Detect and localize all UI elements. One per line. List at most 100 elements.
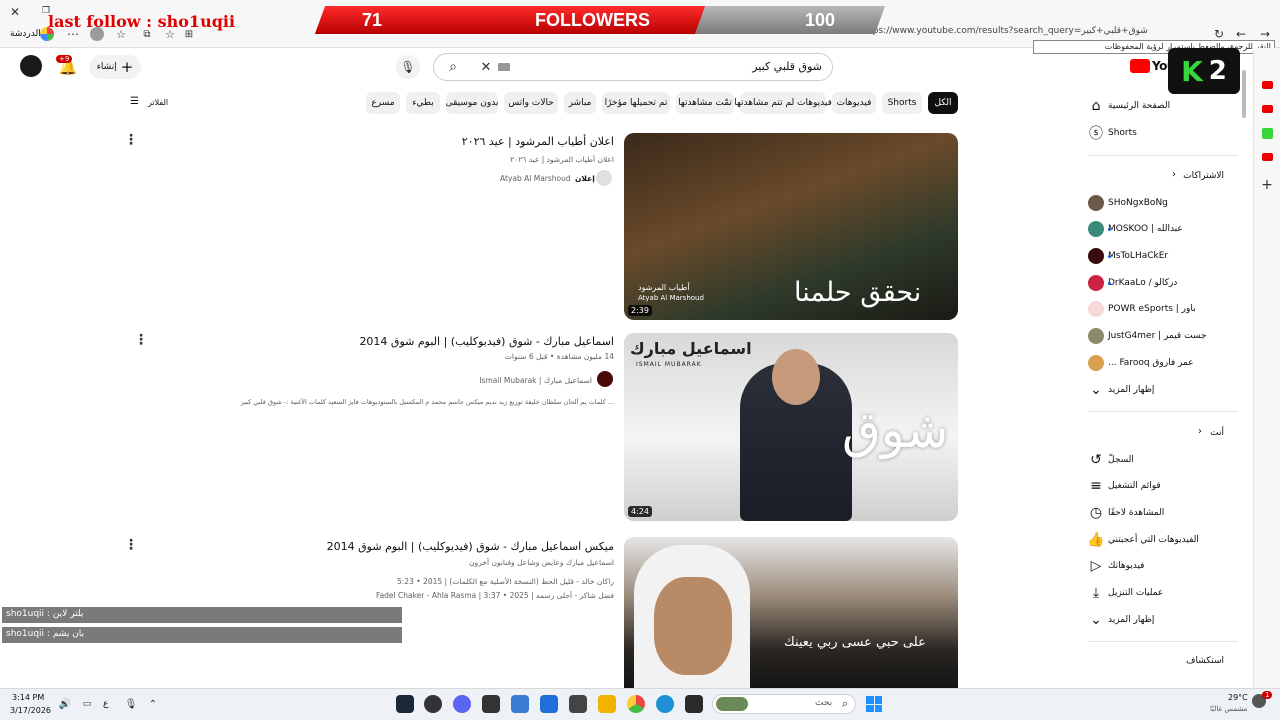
sidebar-sub-item[interactable]: عمر فاروق Farooq ... bbox=[1088, 350, 1238, 376]
app-icon[interactable] bbox=[482, 695, 500, 713]
forward-icon[interactable]: → bbox=[1258, 27, 1272, 41]
sub-name: عبدالله | MOSKOO bbox=[1108, 224, 1183, 234]
duration-badge: 2:39 bbox=[628, 305, 652, 316]
back-icon[interactable]: ← bbox=[1234, 27, 1248, 41]
windows-start-icon[interactable] bbox=[866, 696, 882, 712]
chat-button[interactable]: الدردشة bbox=[10, 29, 41, 39]
sidebar-item-watch-later[interactable]: المشاهدة لاحقًا ◷ bbox=[1088, 500, 1238, 526]
chip-no-music[interactable]: بدون موسيقى bbox=[446, 92, 498, 114]
chip-unwatched[interactable]: فيديوهات لم تتم مشاهدتها bbox=[734, 92, 832, 114]
close-icon[interactable]: ✕ bbox=[8, 5, 22, 19]
sidebar-item-liked[interactable]: الفيديوهات التي أعجبتني 👍 bbox=[1087, 527, 1238, 553]
sidebar-item-shorts[interactable]: Shorts ⓢ bbox=[1088, 120, 1238, 146]
mic-icon[interactable]: 🎙 bbox=[396, 55, 420, 79]
sub-name: عمر فاروق Farooq ... bbox=[1108, 358, 1194, 368]
search-icon[interactable]: ⌕ bbox=[444, 58, 462, 76]
channel-name[interactable]: Atyab Al Marshoud bbox=[500, 174, 571, 183]
chip-all[interactable]: الكل bbox=[928, 92, 958, 114]
steam-icon[interactable] bbox=[396, 695, 414, 713]
chip-slow[interactable]: بطيء bbox=[406, 92, 440, 114]
search-icon: ⌕ bbox=[841, 697, 849, 710]
sidebar-item-your-videos[interactable]: فيديوهاتك ▷ bbox=[1088, 553, 1238, 579]
app-icon[interactable] bbox=[511, 695, 529, 713]
app-icon[interactable] bbox=[685, 695, 703, 713]
mic-tray-icon[interactable]: 🎙 bbox=[124, 697, 138, 711]
youtube-tab-icon[interactable] bbox=[1262, 105, 1273, 113]
stream-badge-number: 2 bbox=[1208, 56, 1227, 86]
sidebar-item-home[interactable]: الصفحة الرئيسية ⌂ bbox=[1088, 93, 1238, 119]
channel-avatar[interactable] bbox=[596, 170, 612, 186]
obs-icon[interactable] bbox=[424, 695, 442, 713]
clear-search-icon[interactable]: ✕ bbox=[478, 58, 494, 76]
result-title[interactable]: اعلان أطياب المرشود | عيد ٢٠٢٦ bbox=[200, 135, 614, 148]
search-input[interactable]: شوق قلبي كبير bbox=[520, 60, 822, 73]
sidebar-sub-item[interactable]: باور | POWR eSports bbox=[1088, 296, 1238, 322]
youtube-logo-icon[interactable] bbox=[1130, 59, 1150, 73]
chip-fast[interactable]: مسرع bbox=[366, 92, 400, 114]
filters-button[interactable]: الفلاتر bbox=[148, 98, 168, 107]
result-title[interactable]: ميكس اسماعيل مبارك - شوق (فيديوكليب) | ا… bbox=[200, 540, 614, 553]
create-button[interactable]: إنشاء + bbox=[89, 55, 141, 79]
duration-badge: 4:24 bbox=[628, 506, 652, 517]
channel-avatar[interactable] bbox=[597, 371, 613, 387]
mail-icon[interactable] bbox=[540, 695, 558, 713]
chevron-right-icon[interactable]: › bbox=[1172, 169, 1176, 180]
mix-track[interactable]: فضل شاكر - أحلى رسمه | 2025 • 3:37 | Fad… bbox=[200, 591, 614, 600]
youtube-tab-icon[interactable] bbox=[1262, 81, 1273, 89]
subscriptions-title[interactable]: الاشتراكات bbox=[1150, 171, 1224, 181]
network-icon[interactable]: ▭ bbox=[80, 697, 94, 711]
mix-track[interactable]: راكان خالد - قليل الحظ (النسخة الأصلية م… bbox=[200, 577, 614, 586]
more-actions-icon[interactable]: ⋮ bbox=[134, 332, 148, 348]
youtube-tab-icon[interactable] bbox=[1262, 153, 1273, 161]
language-indicator[interactable]: ع bbox=[103, 699, 108, 709]
chrome-icon[interactable] bbox=[627, 695, 645, 713]
account-avatar[interactable] bbox=[20, 55, 42, 77]
clock-date[interactable]: 3/17/2026 bbox=[10, 706, 51, 715]
thumb-caption: على حبي عسى ربي يعينك bbox=[784, 635, 926, 650]
kick-tab-icon[interactable] bbox=[1262, 128, 1273, 139]
weather-desc[interactable]: مشمس غالبًا bbox=[1210, 705, 1247, 713]
result-description: ... كلمات يم ألحان سلطان خليفة توزيع زيد… bbox=[240, 398, 614, 406]
sidebar-item-downloads[interactable]: عمليات التنزيل ⤓ bbox=[1088, 580, 1238, 606]
result-meta: اسماعيل مبارك وعايض وشاعل وفنانون آخرون bbox=[469, 558, 614, 567]
filters-icon[interactable]: ☰ bbox=[130, 96, 139, 107]
add-tab-icon[interactable]: + bbox=[1259, 177, 1275, 193]
more-actions-icon[interactable]: ⋮ bbox=[124, 132, 138, 148]
chip-videos[interactable]: فيديوهات bbox=[832, 92, 876, 114]
discord-icon[interactable] bbox=[453, 695, 471, 713]
clock-time[interactable]: 3:14 PM bbox=[12, 693, 44, 702]
you-section-title[interactable]: أنت bbox=[1200, 428, 1224, 438]
chip-whatsapp[interactable]: حالات واتس bbox=[504, 92, 558, 114]
sidebar-divider bbox=[1088, 155, 1238, 156]
chip-shorts[interactable]: Shorts bbox=[882, 92, 922, 114]
sidebar-sub-item[interactable]: SHoNgxBoNg bbox=[1088, 190, 1238, 216]
refresh-icon[interactable]: ↻ bbox=[1212, 27, 1226, 41]
chip-watched[interactable]: تمّت مشاهدتها bbox=[676, 92, 734, 114]
result-thumbnail[interactable]: على حبي عسى ربي يعينك bbox=[624, 537, 958, 688]
page-scrollbar[interactable] bbox=[1242, 70, 1246, 118]
more-actions-icon[interactable]: ⋮ bbox=[124, 537, 138, 553]
app-icon[interactable] bbox=[569, 695, 587, 713]
result-title[interactable]: اسماعيل مبارك - شوق (فيديوكليب) | البوم … bbox=[200, 335, 614, 348]
result-thumbnail[interactable]: نحقق حلمنا أطياب المرشود Atyab Al Marsho… bbox=[624, 133, 958, 320]
result-thumbnail[interactable]: اسماعيل مبارك ISMAIL MUBARAK شوق 4:24 bbox=[624, 333, 958, 521]
sidebar-show-more[interactable]: إظهار المزيد ⌄ bbox=[1088, 377, 1238, 403]
chip-recently-uploaded[interactable]: تم تحميلها مؤخرًا bbox=[602, 92, 670, 114]
sidebar-label: المشاهدة لاحقًا bbox=[1108, 508, 1165, 518]
sidebar-label: الصفحة الرئيسية bbox=[1108, 101, 1171, 111]
sidebar-item-history[interactable]: السجلّ ↺ bbox=[1088, 447, 1238, 473]
sidebar-item-show-more[interactable]: إظهار المزيد ⌄ bbox=[1088, 607, 1238, 633]
result-meta: اعلان أطياب المرشود | عيد ٢٠٢٦ bbox=[510, 155, 614, 164]
sidebar-divider bbox=[1088, 411, 1238, 412]
file-explorer-icon[interactable] bbox=[598, 695, 616, 713]
channel-name[interactable]: اسماعيل مبارك | Ismail Mubarak bbox=[420, 376, 592, 385]
sidebar-item-playlists[interactable]: قوائم التشغيل ≡ bbox=[1088, 473, 1238, 499]
volume-icon[interactable]: 🔊 bbox=[58, 697, 72, 711]
keyboard-icon[interactable] bbox=[498, 63, 510, 71]
weather-temp[interactable]: 29°C bbox=[1228, 693, 1248, 702]
tray-chevron-icon[interactable]: ⌃ bbox=[146, 697, 160, 711]
sidebar-sub-item[interactable]: جست قيمر | JustG4mer bbox=[1088, 323, 1238, 349]
chip-live[interactable]: مباشر bbox=[564, 92, 596, 114]
edge-icon[interactable] bbox=[656, 695, 674, 713]
chevron-right-icon[interactable]: › bbox=[1198, 426, 1202, 437]
